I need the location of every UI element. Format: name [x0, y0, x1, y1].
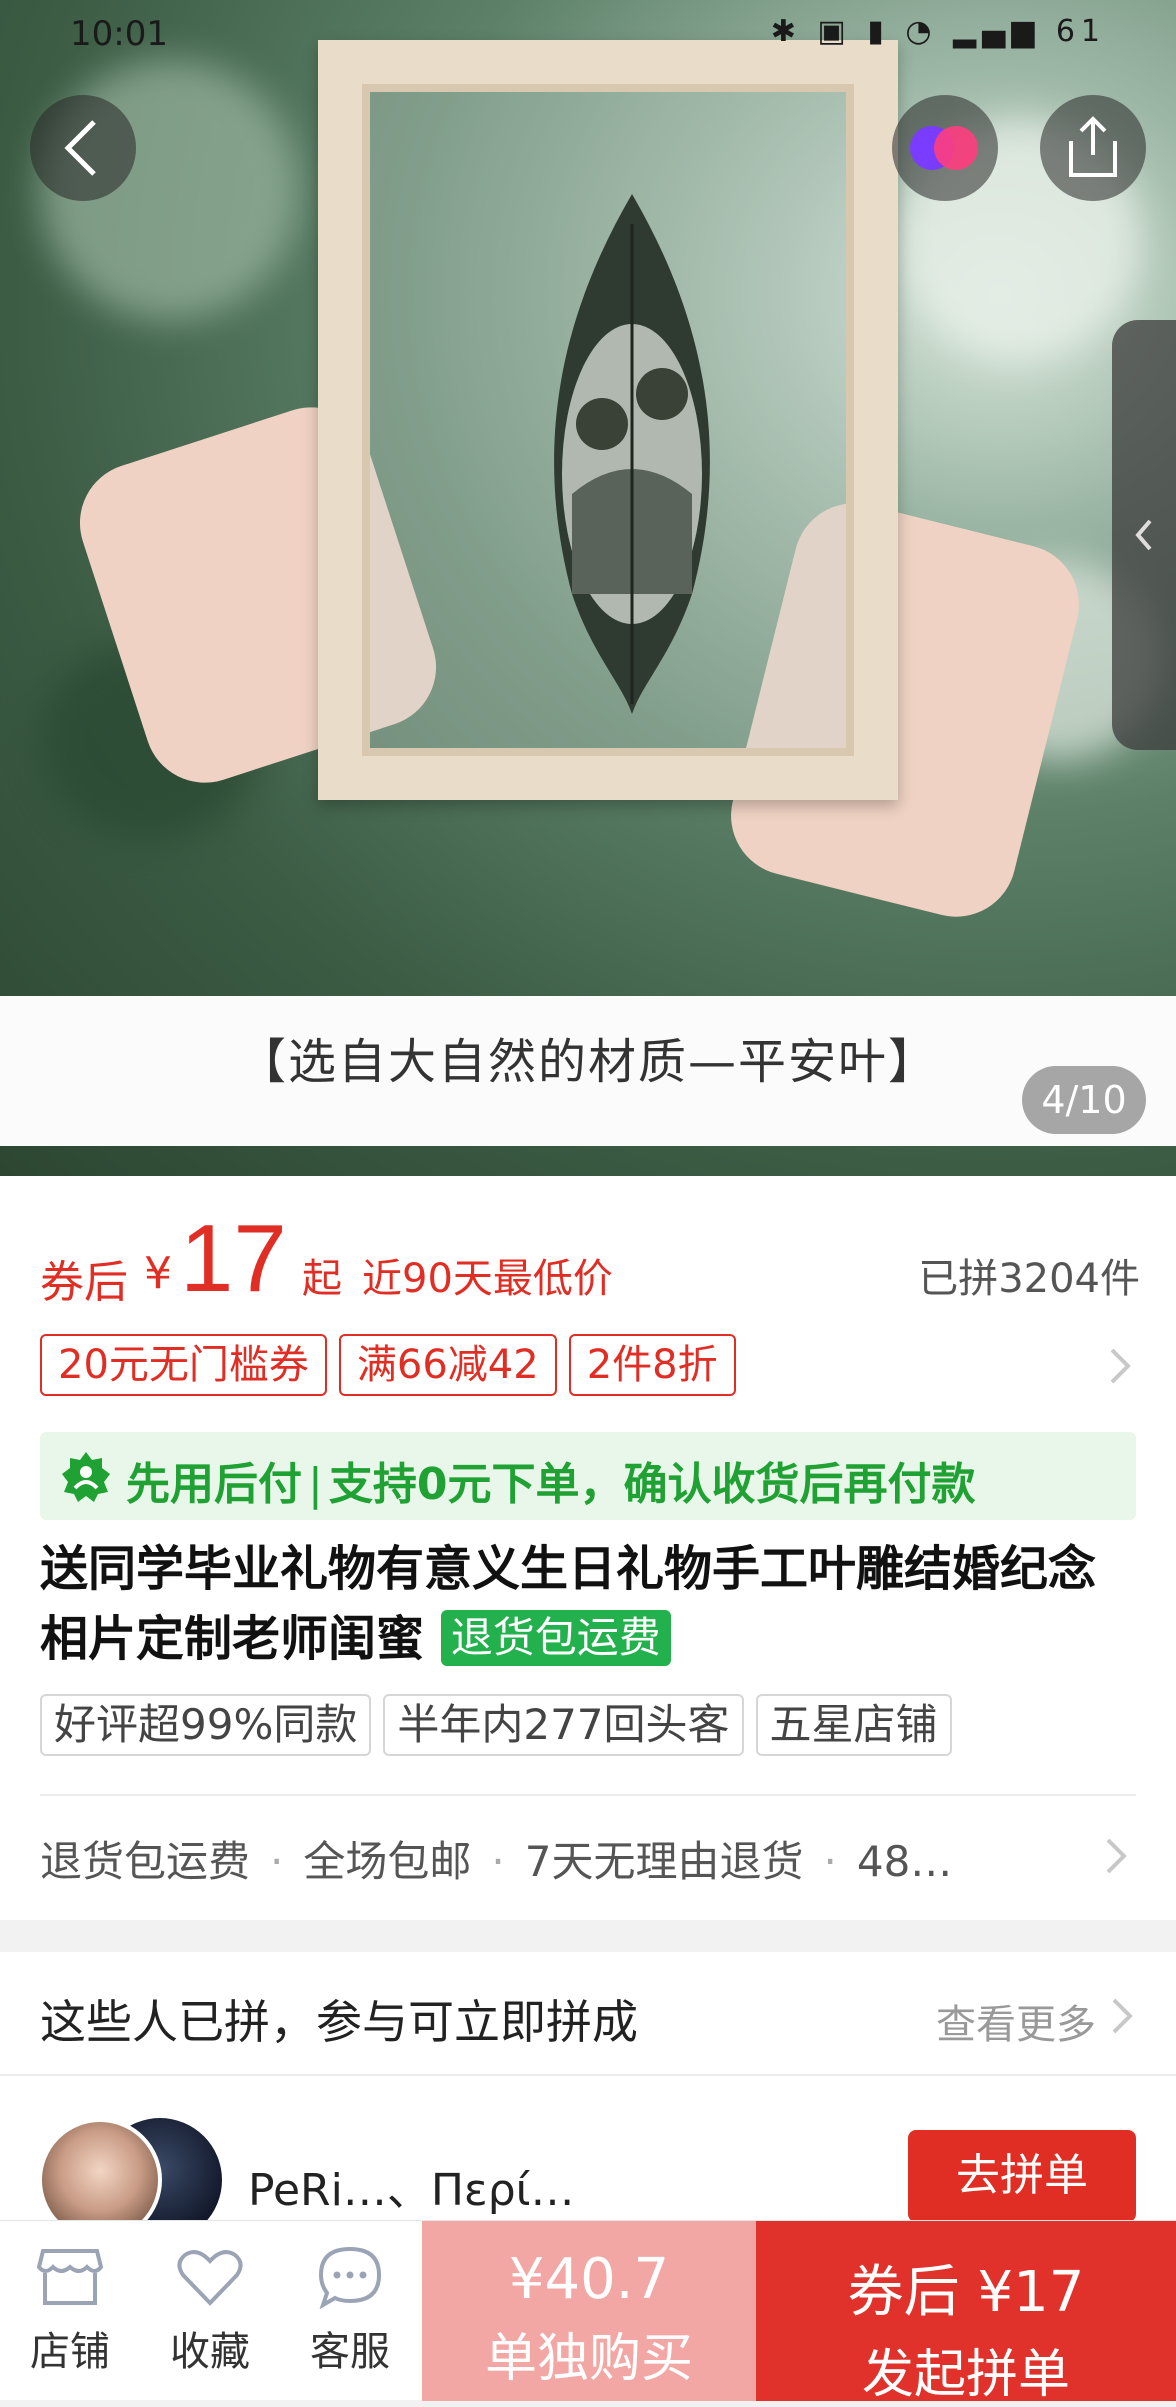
- pay-later-badge-icon: [62, 1452, 110, 1502]
- separator: |: [308, 1459, 323, 1510]
- sold-count: 已拼3204件: [918, 1256, 1140, 1302]
- promo-tag[interactable]: 20元无门槛券: [40, 1334, 327, 1396]
- store-icon: [36, 2249, 104, 2305]
- lowest-price-label: 近90天最低价: [362, 1256, 613, 1302]
- heart-icon: [177, 2250, 243, 2306]
- status-icons: ✱ ▣ ▮ ◔ ▂▄▆ 61: [770, 14, 1106, 49]
- group-buy-label: 发起拼单: [861, 2345, 1070, 2405]
- see-more-link[interactable]: 查看更多: [936, 1992, 1096, 2050]
- service-item: 48…: [856, 1837, 953, 1886]
- hearts-icon: [910, 126, 978, 170]
- product-info-card: 券后 ¥ 17 起 近90天最低价 已拼3204件 20元无门槛券 满66减42 2…: [0, 1176, 1176, 1920]
- store-label: 店铺: [30, 2329, 110, 2375]
- currency-symbol: ¥: [144, 1248, 172, 1299]
- service-item: 退货包运费: [40, 1837, 251, 1886]
- side-drawer-handle[interactable]: [1112, 320, 1176, 750]
- status-bar: 10:01 ✱ ▣ ▮ ◔ ▂▄▆ 61: [0, 0, 1176, 70]
- badge: 五星店铺: [755, 1694, 952, 1756]
- wooden-frame: [318, 40, 898, 800]
- customer-service-button[interactable]: 客服: [280, 2245, 420, 2377]
- badge: 半年内277回头客: [383, 1694, 744, 1756]
- leaf-carving: [554, 194, 710, 714]
- favorite-button[interactable]: 收藏: [140, 2245, 280, 2377]
- promo-tag[interactable]: 2件8折: [568, 1334, 736, 1396]
- bottom-action-bar: 店铺 收藏 客服 ¥40.7 单独购买 券后 ¥17 发起拼单: [0, 2220, 1176, 2405]
- service-item: 7天无理由退货: [524, 1837, 804, 1886]
- promo-tags[interactable]: 20元无门槛券 满66减42 2件8折: [40, 1334, 1140, 1398]
- dot-separator: ·: [823, 1837, 837, 1886]
- buy-alone-button[interactable]: ¥40.7 单独购买: [422, 2221, 756, 2401]
- dot-separator: ·: [270, 1837, 284, 1886]
- share-icon: [1069, 116, 1117, 177]
- solo-label: 单独购买: [484, 2329, 693, 2389]
- start-group-buy-button[interactable]: 券后 ¥17 发起拼单: [756, 2221, 1176, 2405]
- favorite-collection-button[interactable]: [892, 95, 998, 201]
- divider: [40, 1794, 1136, 1796]
- badge: 好评超99%同款: [40, 1694, 372, 1756]
- pay-later-banner[interactable]: 先用后付 | 支持0元下单，确认收货后再付款: [40, 1432, 1136, 1520]
- group-buyer-names: PeRi…、Περί…: [248, 2165, 575, 2216]
- share-button[interactable]: [1040, 95, 1146, 201]
- back-button[interactable]: [30, 95, 136, 201]
- back-arrow-icon: [64, 120, 96, 176]
- price-row: 券后 ¥ 17 起 近90天最低价 已拼3204件: [40, 1205, 1140, 1312]
- product-title: 送同学毕业礼物有意义生日礼物手工叶雕结婚纪念相片定制老师闺蜜 退货包运费: [40, 1534, 1140, 1674]
- battery-level: 61: [1055, 14, 1106, 49]
- chevron-right-icon[interactable]: [1106, 1996, 1136, 2036]
- store-badges: 好评超99%同款 半年内277回头客 五星店铺: [40, 1694, 1140, 1758]
- coupon-price-prefix: 券后: [40, 1257, 128, 1308]
- chevron-right-icon[interactable]: [1100, 1344, 1140, 1388]
- group-section-title: 这些人已拼，参与可立即拼成: [40, 1995, 638, 2049]
- price-amount: 17: [180, 1205, 287, 1312]
- price-suffix: 起: [302, 1256, 342, 1302]
- solo-price: ¥40.7: [508, 2247, 670, 2312]
- pay-later-label: 先用后付: [126, 1459, 302, 1510]
- pay-later-text: 先用后付 | 支持0元下单，确认收货后再付款: [126, 1448, 975, 1512]
- favorite-label: 收藏: [170, 2329, 250, 2375]
- chat-bubble-icon: [318, 2246, 382, 2310]
- chevron-right-icon[interactable]: [1096, 1834, 1136, 1878]
- store-button[interactable]: 店铺: [0, 2245, 140, 2377]
- dot-separator: ·: [491, 1837, 505, 1886]
- join-group-button[interactable]: 去拼单: [908, 2130, 1136, 2222]
- chevron-left-icon: [1135, 519, 1152, 551]
- image-caption: 【选自大自然的材质—平安叶】: [237, 1034, 938, 1090]
- customer-service-label: 客服: [310, 2329, 390, 2375]
- promo-tag[interactable]: 满66减42: [338, 1334, 557, 1396]
- service-guarantees[interactable]: 退货包运费 · 全场包邮 · 7天无理由退货 · 48…: [40, 1828, 1136, 1889]
- group-price: 券后 ¥17: [847, 2260, 1085, 2325]
- status-time: 10:01: [70, 14, 168, 54]
- service-item: 全场包邮: [303, 1837, 472, 1886]
- image-counter: 4/10: [1022, 1066, 1146, 1134]
- divider: [0, 2074, 1176, 2076]
- free-return-tag: 退货包运费: [440, 1610, 671, 1666]
- product-image-carousel[interactable]: 10:01 ✱ ▣ ▮ ◔ ▂▄▆ 61 【选自大自然的材质—平安叶】 4/10: [0, 0, 1176, 1176]
- pay-later-detail: 支持0元下单，确认收货后再付款: [328, 1459, 976, 1510]
